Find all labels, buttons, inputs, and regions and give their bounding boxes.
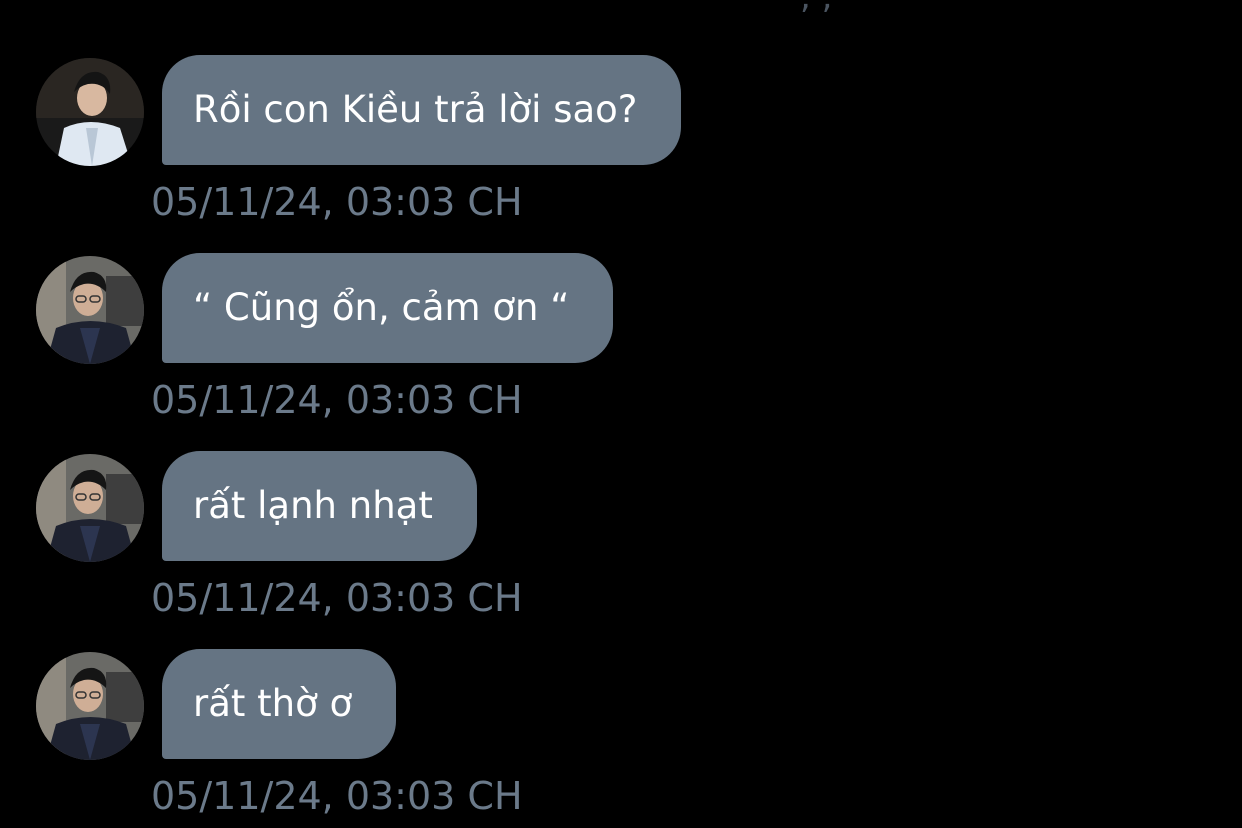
message-bubble[interactable]: rất thờ ơ — [162, 649, 397, 759]
avatar-dark-jacket-image — [36, 256, 144, 364]
message-timestamp: 05/11/24, 03:03 CH — [151, 774, 523, 818]
avatar-dark-jacket-image — [36, 652, 144, 760]
avatar[interactable] — [36, 454, 144, 562]
message-timestamp: 05/11/24, 03:03 CH — [151, 180, 523, 224]
message-text: rất lạnh nhạt — [193, 484, 433, 527]
message-timestamp: 05/11/24, 03:03 CH — [151, 576, 523, 620]
cut-off-top-text: , , — [800, 0, 832, 14]
message-text: “ Cũng ổn, cảm ơn “ — [193, 286, 570, 329]
avatar[interactable] — [36, 256, 144, 364]
message-text: Rồi con Kiều trả lời sao? — [193, 88, 638, 131]
message-bubble[interactable]: Rồi con Kiều trả lời sao? — [162, 55, 682, 165]
chat-thread[interactable]: , , Rồi con Kiều trả lời sao? 05/11/24, … — [0, 0, 1242, 828]
message-text: rất thờ ơ — [193, 682, 353, 725]
message-bubble[interactable]: “ Cũng ổn, cảm ơn “ — [162, 253, 614, 363]
avatar[interactable] — [36, 652, 144, 760]
message-timestamp: 05/11/24, 03:03 CH — [151, 378, 523, 422]
avatar-white-shirt-image — [36, 58, 144, 166]
message-bubble[interactable]: rất lạnh nhạt — [162, 451, 477, 561]
avatar[interactable] — [36, 58, 144, 166]
avatar-dark-jacket-image — [36, 454, 144, 562]
